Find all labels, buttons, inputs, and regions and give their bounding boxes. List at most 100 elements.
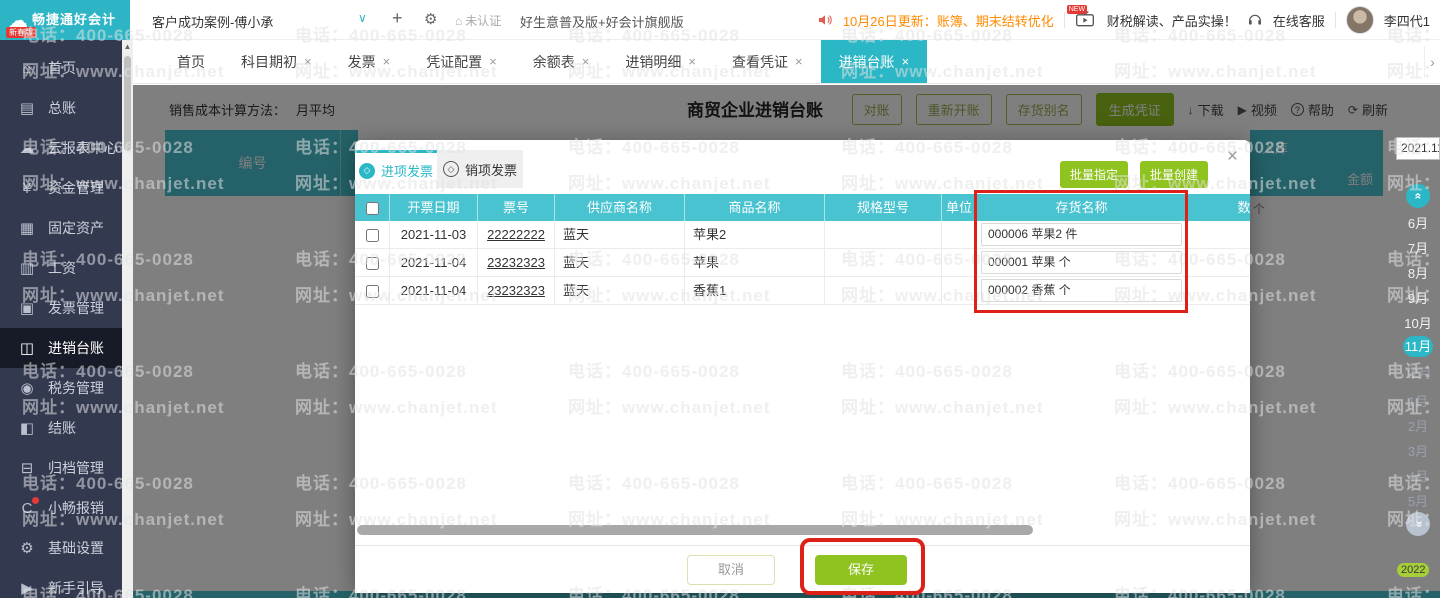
batch-assign-button[interactable]: 批量指定 <box>1059 161 1128 188</box>
sidebar-item-label: 发票管理 <box>48 300 104 316</box>
sidebar-item-invoice[interactable]: ▣ 发票管理 <box>0 288 122 328</box>
sidebar-item-purchase-sale-ledger[interactable]: ◫ 进销台账 <box>0 328 122 368</box>
row-checkbox[interactable] <box>365 257 379 271</box>
tab-invoice[interactable]: 发票 × <box>330 40 409 83</box>
cell-date: 2021-11-04 <box>390 277 478 304</box>
save-button[interactable]: 保存 <box>815 555 907 585</box>
headset-icon <box>1248 14 1261 25</box>
sidebar-item-cloud-reports[interactable]: ☁ 云报表中心 <box>0 128 122 168</box>
close-icon[interactable]: × <box>383 54 391 69</box>
sidebar-item-salary[interactable]: ▥ 工资 <box>0 248 122 288</box>
tab-balance-sheet[interactable]: 余额表 × <box>515 40 608 83</box>
tab-home[interactable]: 首页 <box>159 40 223 83</box>
invoice-dialog: ◇ 进项发票 ◇ 销项发票 × 批量指定 批量创建 开票日期 票号 供应商名称 商品… <box>355 140 1250 593</box>
sidebar-item-label: 进销台账 <box>48 340 104 356</box>
column-header-stock-name: 存货名称 <box>977 194 1187 221</box>
cloud-report-icon: ☁ <box>19 140 35 157</box>
timeline-month[interactable]: 8月 <box>1396 263 1440 282</box>
row-checkbox[interactable] <box>365 229 379 243</box>
tab-subject-opening[interactable]: 科目期初 × <box>223 40 330 83</box>
sidebar-scrollbar[interactable]: ▲ <box>122 40 133 598</box>
ticket-link[interactable]: 23232323 <box>487 283 545 298</box>
timeline-month[interactable]: 9月 <box>1396 288 1440 307</box>
timeline-month[interactable]: 4月 <box>1396 466 1440 485</box>
promo-link[interactable]: 财税解读、产品实操！ <box>1107 11 1237 30</box>
tab-label: 进销台账 <box>838 53 895 70</box>
stock-name-select[interactable]: 000006 苹果2 件 <box>981 223 1182 246</box>
online-support-link[interactable]: 在线客服 <box>1273 11 1325 30</box>
notification-dot <box>32 496 39 504</box>
timeline-month[interactable]: 5月 <box>1396 491 1440 510</box>
chevron-down-icon[interactable]: ∨ <box>358 11 367 25</box>
fixed-assets-icon: ▦ <box>19 220 35 237</box>
sidebar-item-settings[interactable]: ⚙ 基础设置 <box>0 528 122 568</box>
tab-purchase-sale-ledger[interactable]: 进销台账 × <box>820 40 928 83</box>
sidebar-item-archive[interactable]: ⊟ 归档管理 <box>0 448 122 488</box>
scrollbar-thumb[interactable] <box>124 56 131 151</box>
user-name[interactable]: 李四代1 <box>1384 11 1430 30</box>
sidebar-item-closing[interactable]: ◧ 结账 <box>0 408 122 448</box>
timeline-month[interactable]: 10月 <box>1396 313 1440 332</box>
app-logo[interactable]: ☁ 畅捷通好会计 新春版 <box>0 0 130 40</box>
cancel-button[interactable]: 取消 <box>687 555 775 585</box>
sidebar-item-fixed-assets[interactable]: ▦ 固定资产 <box>0 208 122 248</box>
sidebar-item-guide[interactable]: ▶ 新手引导 <box>0 568 122 598</box>
cell-stock-name: 000002 香蕉 个 <box>977 277 1187 304</box>
row-select-cell <box>355 249 390 276</box>
close-icon[interactable]: × <box>902 54 910 69</box>
timeline-month[interactable]: 3月 <box>1396 441 1440 460</box>
select-all-checkbox[interactable] <box>365 202 379 216</box>
edition-tag: 新春版 <box>6 27 36 38</box>
close-icon[interactable]: × <box>304 54 312 69</box>
sidebar-item-general-ledger[interactable]: ▤ 总账 <box>0 88 122 128</box>
sidebar-item-home[interactable]: ⌂ 首页 <box>0 48 122 88</box>
add-account-button[interactable]: + <box>392 8 403 29</box>
tab-voucher-config[interactable]: 凭证配置 × <box>408 40 515 83</box>
ticket-link[interactable]: 22222222 <box>487 227 545 242</box>
stock-name-select[interactable]: 000001 苹果 个 <box>981 251 1182 274</box>
row-checkbox[interactable] <box>365 285 379 299</box>
stock-name-select[interactable]: 000002 香蕉 个 <box>981 279 1182 302</box>
update-notice-link[interactable]: 10月26日更新：账簿、期末结转优化 <box>843 11 1054 30</box>
speaker-icon <box>818 15 832 25</box>
timeline-month[interactable]: 6月 <box>1396 213 1440 232</box>
scroll-up-icon[interactable]: ▲ <box>122 42 133 51</box>
tab-purchase-sale-detail[interactable]: 进销明细 × <box>607 40 714 83</box>
timeline-month[interactable]: 1月 <box>1396 391 1440 410</box>
tab-label: 凭证配置 <box>426 53 483 70</box>
timeline-month[interactable]: 7月 <box>1396 238 1440 257</box>
batch-create-button[interactable]: 批量创建 <box>1139 161 1208 188</box>
tab-purchase-invoices[interactable]: ◇ 进项发票 <box>355 150 437 188</box>
tab-view-voucher[interactable]: 查看凭证 × <box>714 40 821 83</box>
tab-label: 首页 <box>177 53 205 70</box>
close-icon[interactable]: × <box>688 54 696 69</box>
sidebar-item-funds[interactable]: ¥ 资金管理 <box>0 168 122 208</box>
box-icon: ◇ <box>358 162 375 179</box>
table-row: 2021-11-04 23232323 蓝天 香蕉1 000002 香蕉 个 5 <box>355 277 1250 305</box>
tab-sales-invoices[interactable]: ◇ 销项发票 <box>437 150 523 188</box>
ticket-link[interactable]: 23232323 <box>487 255 545 270</box>
timeline-month[interactable]: 2月 <box>1396 416 1440 435</box>
sidebar-item-tax[interactable]: ◉ 税务管理 <box>0 368 122 408</box>
tab-scroll-right-icon[interactable]: › <box>1424 46 1440 78</box>
gear-icon[interactable]: ⚙ <box>424 10 437 28</box>
timeline-scroll-up-button[interactable]: « <box>1406 184 1430 208</box>
horizontal-scrollbar[interactable] <box>357 525 1033 535</box>
cell-product: 苹果2 <box>685 221 825 248</box>
close-icon[interactable]: × <box>795 54 803 69</box>
cell-date: 2021-11-03 <box>390 221 478 248</box>
timeline-month[interactable]: 12月 <box>1396 363 1440 382</box>
user-avatar[interactable] <box>1345 6 1374 34</box>
timeline-scroll-down-button[interactable]: « <box>1406 512 1430 536</box>
account-switcher[interactable]: 客户成功案例-傅小承 <box>152 12 273 31</box>
period-selector[interactable]: 2021.11 <box>1396 137 1440 160</box>
sidebar-item-expense[interactable]: C 小畅报销 <box>0 488 122 528</box>
timeline-month-current[interactable]: 11月 <box>1403 336 1433 357</box>
close-icon[interactable]: × <box>582 54 590 69</box>
close-icon[interactable]: × <box>489 54 497 69</box>
tab-label: 销项发票 <box>464 162 517 178</box>
column-header-date: 开票日期 <box>390 194 478 221</box>
close-icon[interactable]: × <box>1227 146 1238 168</box>
tab-label: 进销明细 <box>625 53 682 70</box>
video-promo-icon[interactable]: NEW <box>1066 5 1097 31</box>
